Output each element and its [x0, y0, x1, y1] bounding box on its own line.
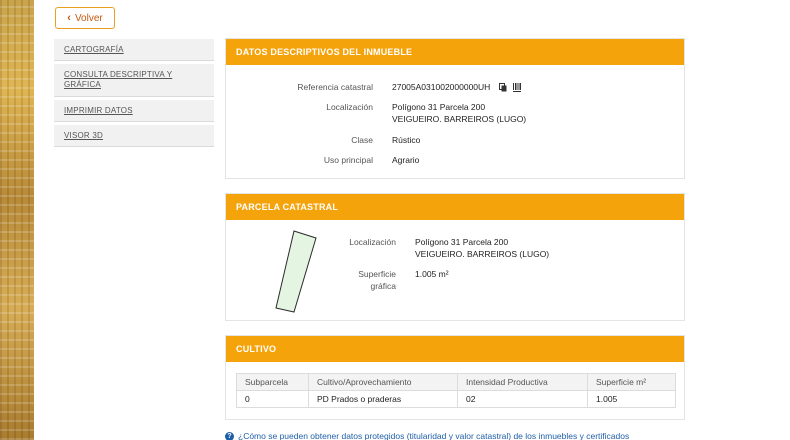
col-intensidad: Intensidad Productiva	[457, 373, 588, 391]
crop-table: Subparcela Cultivo/Aprovechamiento Inten…	[236, 373, 676, 408]
parcel-loc-label: Localización	[349, 237, 396, 247]
cell-cultivo: PD Prados o praderas	[308, 390, 458, 408]
cell-superficie: 1.005	[587, 390, 676, 408]
class-label: Clase	[351, 135, 373, 145]
surface-label-2: gráfica	[370, 281, 396, 291]
descriptive-panel: DATOS DESCRIPTIVOS DEL INMUEBLE Referenc…	[225, 38, 685, 179]
sidebar-item-visor3d[interactable]: VISOR 3D	[54, 124, 214, 147]
help-link-text: ¿Cómo se pueden obtener datos protegidos…	[238, 431, 630, 440]
sidebar-item-consulta[interactable]: CONSULTA DESCRIPTIVA Y GRÁFICA	[54, 63, 214, 97]
side-photo-strip	[0, 0, 34, 440]
crop-panel-title: CULTIVO	[226, 336, 684, 362]
ref-label: Referencia catastral	[297, 82, 373, 92]
descriptive-panel-title: DATOS DESCRIPTIVOS DEL INMUEBLE	[226, 39, 684, 65]
sidebar-item-cartografia[interactable]: CARTOGRAFÍA	[54, 38, 214, 61]
loc-line2: VEIGUEIRO. BARREIROS (LUGO)	[392, 114, 527, 124]
loc-label: Localización	[326, 102, 373, 112]
back-button[interactable]: ‹ Volver	[55, 7, 115, 29]
ref-value-row: 27005A031002000000UH	[392, 82, 521, 93]
cell-intensidad: 02	[457, 390, 588, 408]
parcel-loc-line1: Polígono 31 Parcela 200	[415, 237, 509, 247]
col-cultivo: Cultivo/Aprovechamiento	[308, 373, 458, 391]
side-menu: CARTOGRAFÍA CONSULTA DESCRIPTIVA Y GRÁFI…	[54, 38, 214, 149]
surface-value: 1.005 m²	[415, 269, 449, 279]
loc-line1: Polígono 31 Parcela 200	[392, 102, 486, 112]
col-superficie: Superficie m²	[587, 373, 676, 391]
table-row: 0 PD Prados o praderas 02 1.005	[236, 390, 676, 408]
cell-subparcela: 0	[236, 390, 309, 408]
question-icon: ?	[225, 431, 234, 440]
back-button-label: Volver	[74, 12, 103, 24]
parcel-panel-title: PARCELA CATASTRAL	[226, 194, 684, 220]
copy-icon[interactable]	[498, 83, 507, 92]
barcode-icon[interactable]	[512, 83, 521, 93]
crop-panel: CULTIVO Subparcela Cultivo/Aprovechamien…	[225, 335, 685, 420]
sidebar-item-imprimir[interactable]: IMPRIMIR DATOS	[54, 99, 214, 122]
col-subparcela: Subparcela	[236, 373, 309, 391]
surface-label-1: Superficie	[358, 269, 396, 279]
chevron-left-icon: ‹	[67, 12, 71, 24]
help-link[interactable]: ? ¿Cómo se pueden obtener datos protegid…	[225, 431, 629, 440]
class-value: Rústico	[392, 135, 421, 145]
parcel-panel: PARCELA CATASTRAL Localización Polígono …	[225, 193, 685, 321]
ref-value: 27005A031002000000UH	[392, 82, 491, 92]
use-label: Uso principal	[323, 155, 373, 165]
use-value: Agrario	[392, 155, 420, 165]
parcel-loc-line2: VEIGUEIRO. BARREIROS (LUGO)	[415, 249, 550, 259]
